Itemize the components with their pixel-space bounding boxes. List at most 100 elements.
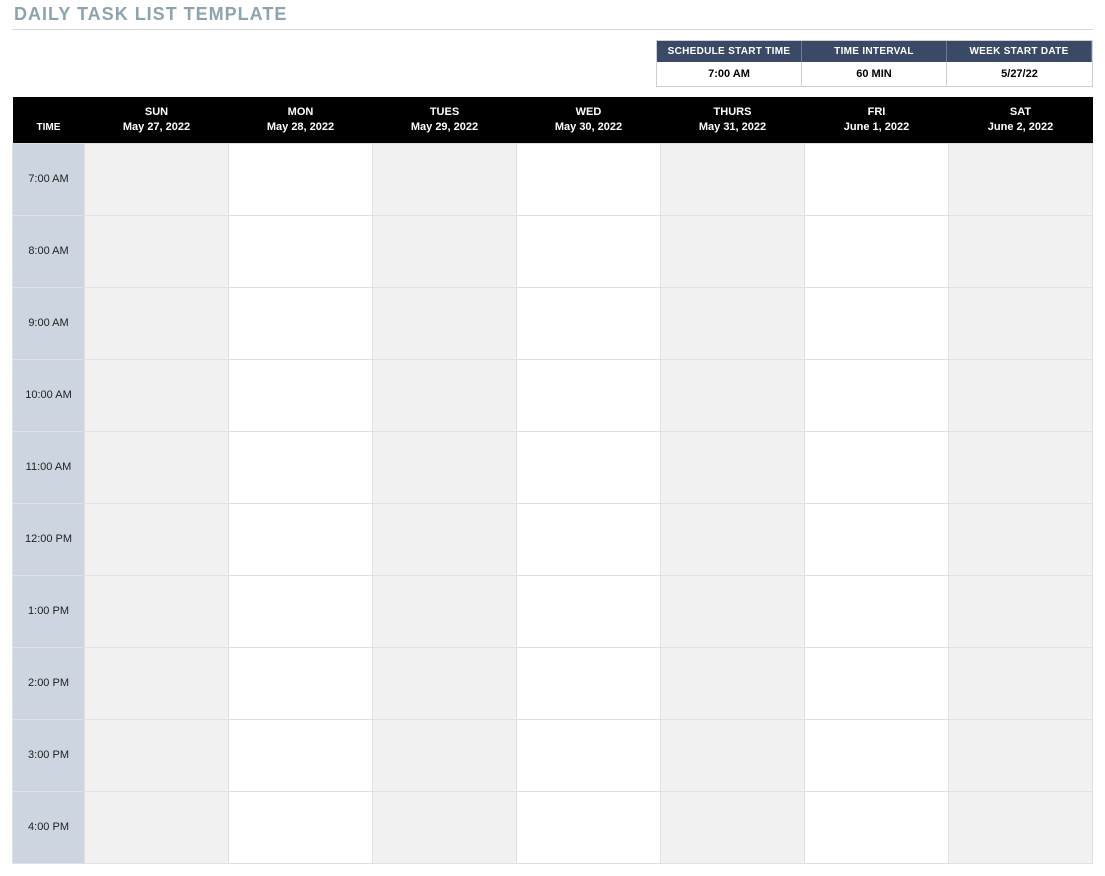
schedule-cell[interactable] [661, 143, 805, 215]
time-column-header: TIME [13, 97, 85, 143]
schedule-cell[interactable] [805, 143, 949, 215]
schedule-cell[interactable] [805, 503, 949, 575]
schedule-cell[interactable] [661, 359, 805, 431]
schedule-cell[interactable] [517, 575, 661, 647]
schedule-cell[interactable] [85, 791, 229, 863]
schedule-cell[interactable] [805, 287, 949, 359]
schedule-cell[interactable] [229, 215, 373, 287]
schedule-cell[interactable] [85, 503, 229, 575]
schedule-cell[interactable] [949, 503, 1093, 575]
schedule-cell[interactable] [373, 215, 517, 287]
settings-value-interval[interactable]: 60 MIN [802, 62, 947, 86]
schedule-cell[interactable] [85, 431, 229, 503]
schedule-cell[interactable] [949, 791, 1093, 863]
schedule-cell[interactable] [229, 719, 373, 791]
schedule-cell[interactable] [805, 647, 949, 719]
schedule-cell[interactable] [805, 215, 949, 287]
schedule-row: 4:00 PM [13, 791, 1093, 863]
schedule-row: 9:00 AM [13, 287, 1093, 359]
schedule-cell[interactable] [949, 647, 1093, 719]
day-header-wed: WED May 30, 2022 [517, 97, 661, 143]
day-name: TUES [377, 105, 513, 120]
schedule-cell[interactable] [517, 287, 661, 359]
schedule-cell[interactable] [85, 215, 229, 287]
schedule-cell[interactable] [373, 359, 517, 431]
schedule-cell[interactable] [661, 431, 805, 503]
schedule-cell[interactable] [229, 503, 373, 575]
settings-value-week-start[interactable]: 5/27/22 [947, 62, 1092, 86]
time-cell: 4:00 PM [13, 791, 85, 863]
schedule-cell[interactable] [805, 719, 949, 791]
schedule-cell[interactable] [949, 143, 1093, 215]
time-cell: 7:00 AM [13, 143, 85, 215]
schedule-cell[interactable] [949, 575, 1093, 647]
schedule-cell[interactable] [805, 791, 949, 863]
schedule-cell[interactable] [229, 575, 373, 647]
schedule-cell[interactable] [229, 431, 373, 503]
schedule-cell[interactable] [949, 215, 1093, 287]
settings-value-start-time[interactable]: 7:00 AM [657, 62, 802, 86]
schedule-cell[interactable] [229, 359, 373, 431]
day-name: FRI [809, 105, 945, 120]
schedule-cell[interactable] [229, 287, 373, 359]
schedule-cell[interactable] [85, 719, 229, 791]
schedule-cell[interactable] [949, 359, 1093, 431]
schedule-cell[interactable] [229, 647, 373, 719]
day-date: May 28, 2022 [233, 120, 369, 135]
schedule-row: 8:00 AM [13, 215, 1093, 287]
time-cell: 3:00 PM [13, 719, 85, 791]
schedule-cell[interactable] [373, 791, 517, 863]
schedule-row: 3:00 PM [13, 719, 1093, 791]
schedule-cell[interactable] [661, 287, 805, 359]
schedule-cell[interactable] [661, 215, 805, 287]
schedule-cell[interactable] [661, 575, 805, 647]
day-header-thurs: THURS May 31, 2022 [661, 97, 805, 143]
schedule-cell[interactable] [85, 647, 229, 719]
schedule-row: 11:00 AM [13, 431, 1093, 503]
schedule-cell[interactable] [661, 647, 805, 719]
time-cell: 12:00 PM [13, 503, 85, 575]
schedule-cell[interactable] [517, 503, 661, 575]
schedule-cell[interactable] [517, 215, 661, 287]
schedule-cell[interactable] [373, 143, 517, 215]
schedule-cell[interactable] [517, 719, 661, 791]
schedule-cell[interactable] [229, 791, 373, 863]
schedule-cell[interactable] [517, 791, 661, 863]
schedule-cell[interactable] [85, 287, 229, 359]
schedule-cell[interactable] [85, 575, 229, 647]
day-date: May 27, 2022 [89, 120, 225, 135]
day-name: THURS [665, 105, 801, 120]
schedule-cell[interactable] [949, 431, 1093, 503]
settings-panel: SCHEDULE START TIME TIME INTERVAL WEEK S… [656, 40, 1093, 87]
schedule-cell[interactable] [661, 791, 805, 863]
schedule-cell[interactable] [949, 719, 1093, 791]
schedule-cell[interactable] [229, 143, 373, 215]
schedule-cell[interactable] [517, 359, 661, 431]
day-header-tues: TUES May 29, 2022 [373, 97, 517, 143]
schedule-cell[interactable] [805, 359, 949, 431]
schedule-cell[interactable] [949, 287, 1093, 359]
schedule-cell[interactable] [373, 719, 517, 791]
day-name: MON [233, 105, 369, 120]
schedule-cell[interactable] [661, 503, 805, 575]
schedule-cell[interactable] [517, 431, 661, 503]
schedule-cell[interactable] [373, 503, 517, 575]
schedule-cell[interactable] [85, 359, 229, 431]
page-title: DAILY TASK LIST TEMPLATE [12, 0, 1093, 29]
schedule-row: 2:00 PM [13, 647, 1093, 719]
schedule-cell[interactable] [373, 647, 517, 719]
day-date: May 31, 2022 [665, 120, 801, 135]
schedule-cell[interactable] [517, 143, 661, 215]
day-header-sun: SUN May 27, 2022 [85, 97, 229, 143]
schedule-cell[interactable] [373, 287, 517, 359]
schedule-table: TIME SUN May 27, 2022 MON May 28, 2022 T… [12, 97, 1093, 864]
schedule-cell[interactable] [517, 647, 661, 719]
schedule-cell[interactable] [373, 575, 517, 647]
schedule-cell[interactable] [373, 431, 517, 503]
day-header-mon: MON May 28, 2022 [229, 97, 373, 143]
schedule-cell[interactable] [805, 575, 949, 647]
day-header-sat: SAT June 2, 2022 [949, 97, 1093, 143]
schedule-cell[interactable] [85, 143, 229, 215]
schedule-cell[interactable] [661, 719, 805, 791]
schedule-cell[interactable] [805, 431, 949, 503]
